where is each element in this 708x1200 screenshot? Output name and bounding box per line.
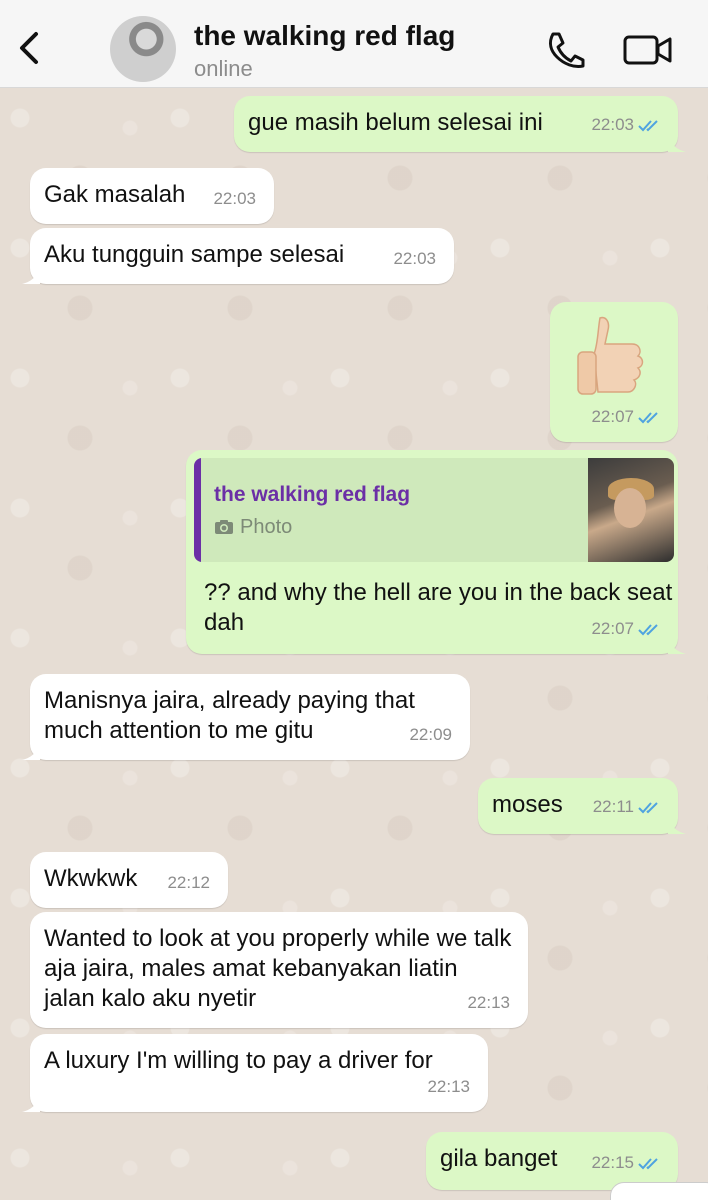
bubble-tail: [668, 638, 686, 654]
contact-status: online: [194, 56, 253, 81]
phone-icon[interactable]: [544, 30, 586, 70]
message-text: Wkwkwk: [44, 865, 138, 892]
message-time: 22:03: [393, 249, 436, 268]
quote-type-label: Photo: [240, 516, 293, 538]
message-time: 22:11: [592, 797, 634, 816]
avatar[interactable]: [110, 16, 176, 82]
camera-icon: [215, 520, 233, 534]
message-text: Manisnya jaira, already paying that much…: [44, 687, 415, 744]
chevron-left-icon[interactable]: [14, 28, 46, 68]
message-time: 22:07: [591, 407, 634, 426]
message-text: A luxury I'm willing to pay a driver for: [44, 1047, 433, 1074]
message-text: gila banget: [440, 1145, 558, 1172]
incoming-message[interactable]: Aku tungguin sampe selesai 22:03: [22, 228, 454, 284]
quote-type: Photo: [214, 512, 292, 542]
incoming-message[interactable]: A luxury I'm willing to pay a driver for…: [22, 1034, 488, 1112]
bubble-tail: [22, 268, 40, 284]
video-camera-icon[interactable]: [622, 32, 674, 68]
scroll-down-button[interactable]: [610, 1182, 708, 1200]
quote-sender: the walking red flag: [214, 483, 411, 506]
read-ticks-icon: [638, 1158, 658, 1170]
chat-header: the walking red flag online: [0, 0, 708, 88]
outgoing-message[interactable]: gue masih belum selesai ini 22:03: [234, 96, 686, 152]
thumbs-up-icon: [577, 316, 644, 395]
incoming-message[interactable]: Gak masalah 22:03: [30, 168, 274, 224]
message-time: 22:12: [167, 873, 210, 892]
read-ticks-icon: [638, 624, 658, 636]
incoming-message[interactable]: Wanted to look at you properly while we …: [30, 912, 528, 1028]
quoted-message[interactable]: the walking red flag Photo: [194, 458, 674, 562]
outgoing-message[interactable]: the walking red flag Photo ?? and why th…: [186, 450, 686, 654]
incoming-message[interactable]: Wkwkwk 22:12: [30, 852, 228, 908]
bubble-tail: [22, 744, 40, 760]
bubble-tail: [668, 818, 686, 834]
read-ticks-icon: [638, 120, 658, 132]
message-text: Gak masalah: [44, 181, 186, 208]
chat-background: gue masih belum selesai ini 22:03 Gak ma…: [0, 88, 708, 1200]
incoming-message[interactable]: Manisnya jaira, already paying that much…: [22, 674, 470, 760]
message-text: Aku tungguin sampe selesai: [44, 241, 345, 268]
outgoing-message[interactable]: moses 22:11: [478, 778, 686, 834]
quote-photo-thumbnail: [588, 458, 674, 562]
message-text: moses: [492, 791, 563, 818]
message-time: 22:13: [427, 1077, 470, 1096]
message-time: 22:03: [591, 115, 634, 134]
message-time: 22:13: [467, 993, 510, 1012]
message-time: 22:03: [213, 189, 256, 208]
quote-accent-bar: [194, 458, 201, 562]
read-ticks-icon: [638, 412, 658, 424]
outgoing-message[interactable]: 22:07: [550, 302, 678, 442]
bubble-tail: [22, 1096, 40, 1112]
contact-name[interactable]: the walking red flag: [194, 20, 455, 52]
bubble-tail: [668, 136, 686, 152]
message-text: Wanted to look at you properly while we …: [44, 925, 512, 1012]
message-text: gue masih belum selesai ini: [248, 109, 543, 136]
read-ticks-icon: [638, 802, 658, 814]
message-time: 22:07: [591, 619, 634, 638]
message-time: 22:15: [591, 1153, 634, 1172]
message-time: 22:09: [409, 725, 452, 744]
